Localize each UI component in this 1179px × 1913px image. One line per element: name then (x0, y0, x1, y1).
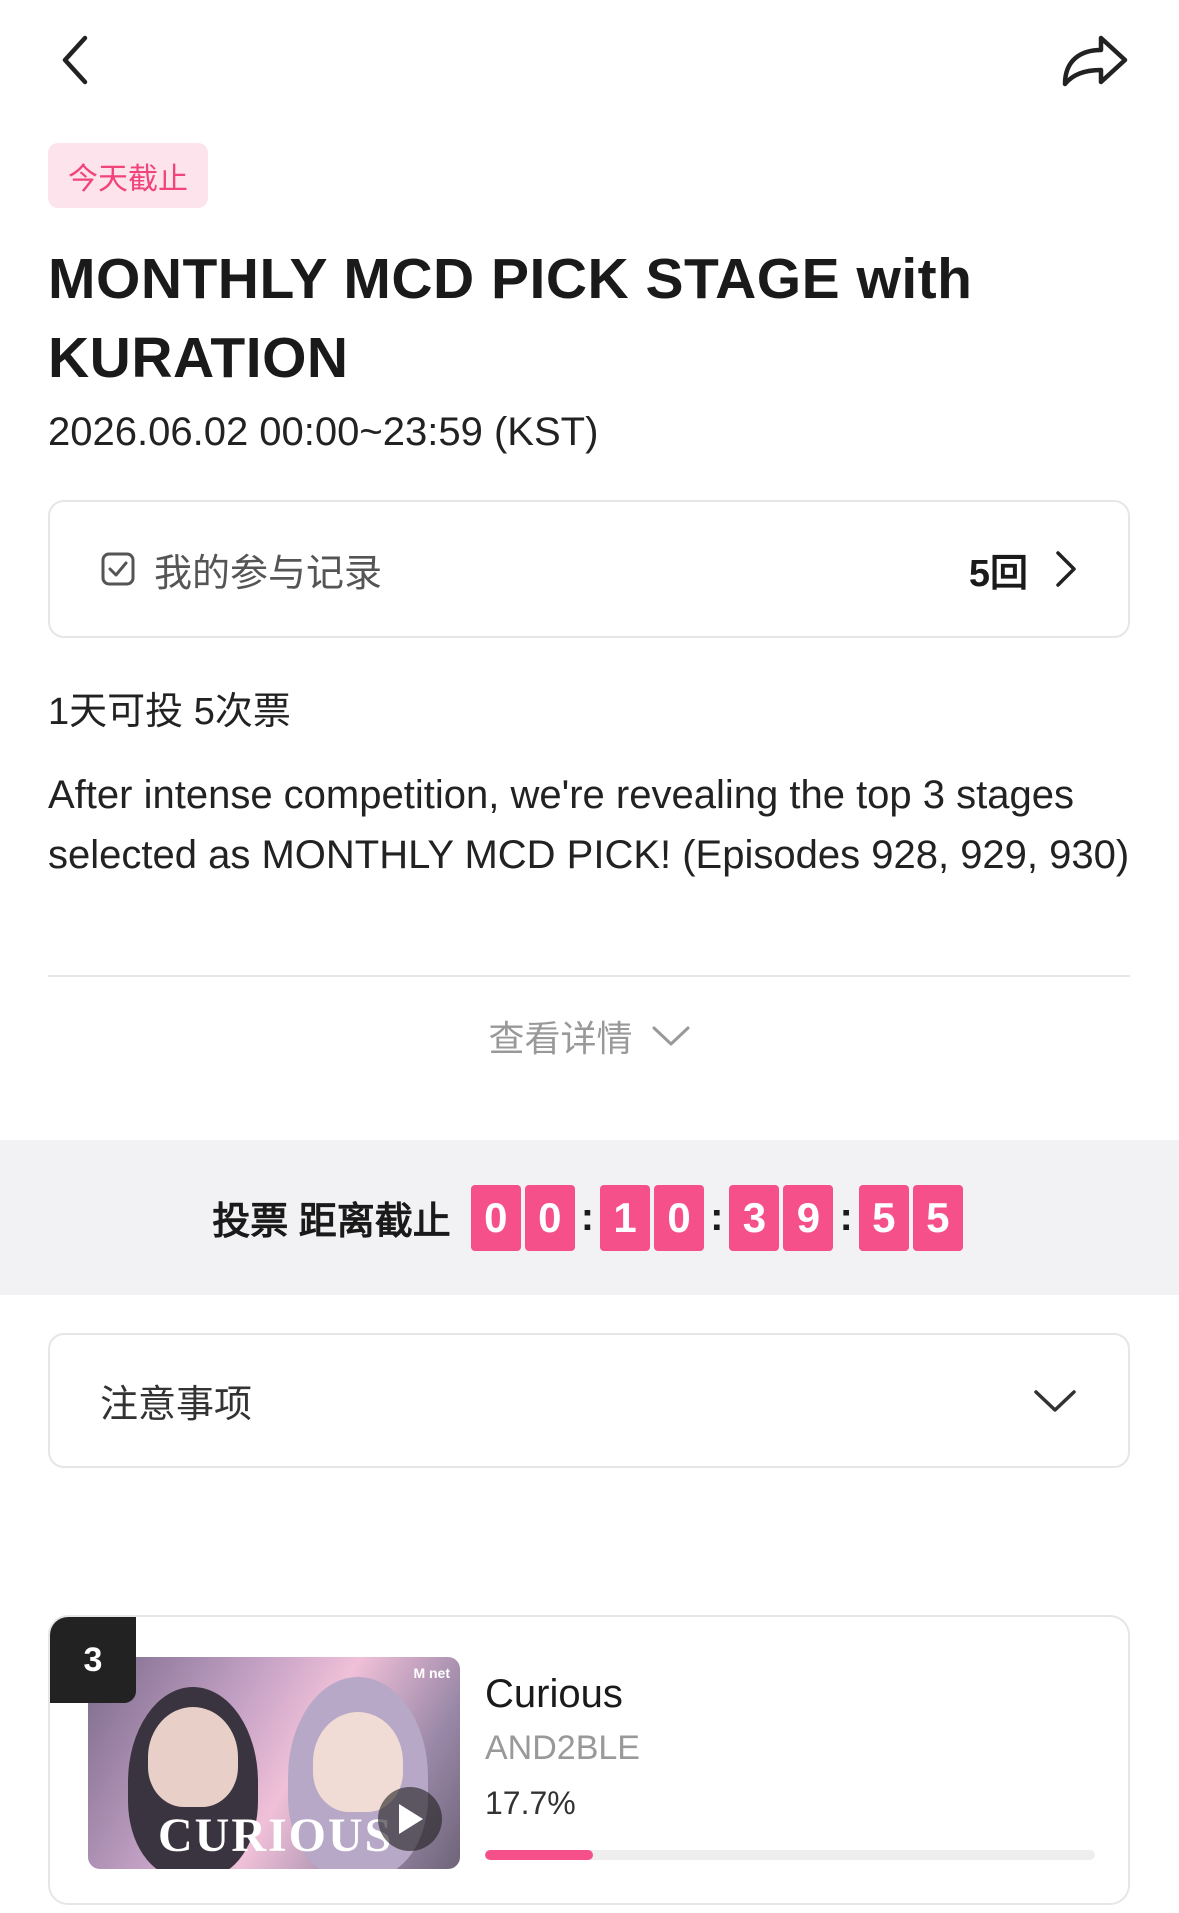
deadline-badge: 今天截止 (48, 143, 208, 208)
rank-badge: 3 (50, 1617, 136, 1703)
vote-progress-bar (485, 1850, 1095, 1860)
artist-name: AND2BLE (485, 1729, 640, 1767)
countdown-digit: 5 (912, 1184, 963, 1251)
top-bar (0, 0, 1179, 130)
back-button[interactable] (40, 20, 110, 100)
play-icon[interactable] (378, 1787, 442, 1851)
vote-rule: 1天可投 5次票 (48, 691, 291, 733)
countdown-colon: : (710, 1195, 724, 1239)
countdown-label: 投票 距离截止 (212, 1201, 451, 1243)
checkbox-icon (101, 552, 135, 586)
countdown-digit: 9 (783, 1184, 834, 1251)
countdown-colon: : (839, 1195, 853, 1239)
countdown-digit: 0 (524, 1184, 575, 1251)
song-title: Curious (485, 1672, 623, 1716)
vote-percentage: 17.7% (485, 1785, 576, 1821)
view-details-label: 查看详情 (488, 1018, 633, 1059)
chevron-right-icon (1056, 551, 1076, 587)
thumbnail-caption: CURIOUS (158, 1809, 394, 1862)
channel-logo: M net (413, 1665, 450, 1681)
event-date: 2026.06.02 00:00~23:59 (KST) (48, 410, 599, 454)
countdown-digit: 0 (654, 1184, 705, 1251)
event-description: After intense competition, we're reveali… (48, 773, 1130, 877)
countdown-bar: 投票 距离截止 0 0 : 1 0 : 3 9 : 5 5 (0, 1140, 1179, 1295)
event-title: MONTHLY MCD PICK STAGE with KURATION (48, 247, 973, 390)
notice-label: 注意事项 (100, 1384, 253, 1426)
share-arrow-icon (1062, 35, 1128, 87)
chevron-down-icon (1034, 1389, 1076, 1412)
candidate-card[interactable]: 3 M net CURIOUS Curious AND2BLE 17.7% (48, 1615, 1130, 1905)
participation-count: 5回 (968, 552, 1028, 595)
share-button[interactable] (1050, 20, 1140, 100)
vote-progress-fill (485, 1850, 593, 1860)
countdown-colon: : (580, 1195, 595, 1239)
divider (48, 975, 1130, 977)
chevron-down-icon (652, 1026, 689, 1046)
countdown-digit: 5 (858, 1184, 909, 1251)
view-details-toggle[interactable]: 查看详情 (0, 1010, 1179, 1062)
notice-accordion[interactable]: 注意事项 (48, 1333, 1130, 1468)
video-thumbnail[interactable]: M net CURIOUS (88, 1657, 460, 1869)
chevron-left-icon (62, 35, 88, 85)
performer-image (148, 1707, 238, 1807)
countdown-digit: 1 (600, 1184, 651, 1251)
participation-record-label: 我的参与记录 (154, 552, 383, 595)
countdown-digit: 3 (729, 1184, 780, 1251)
participation-record-button[interactable]: 我的参与记录 5回 (48, 500, 1130, 638)
countdown-digit: 0 (470, 1184, 521, 1251)
